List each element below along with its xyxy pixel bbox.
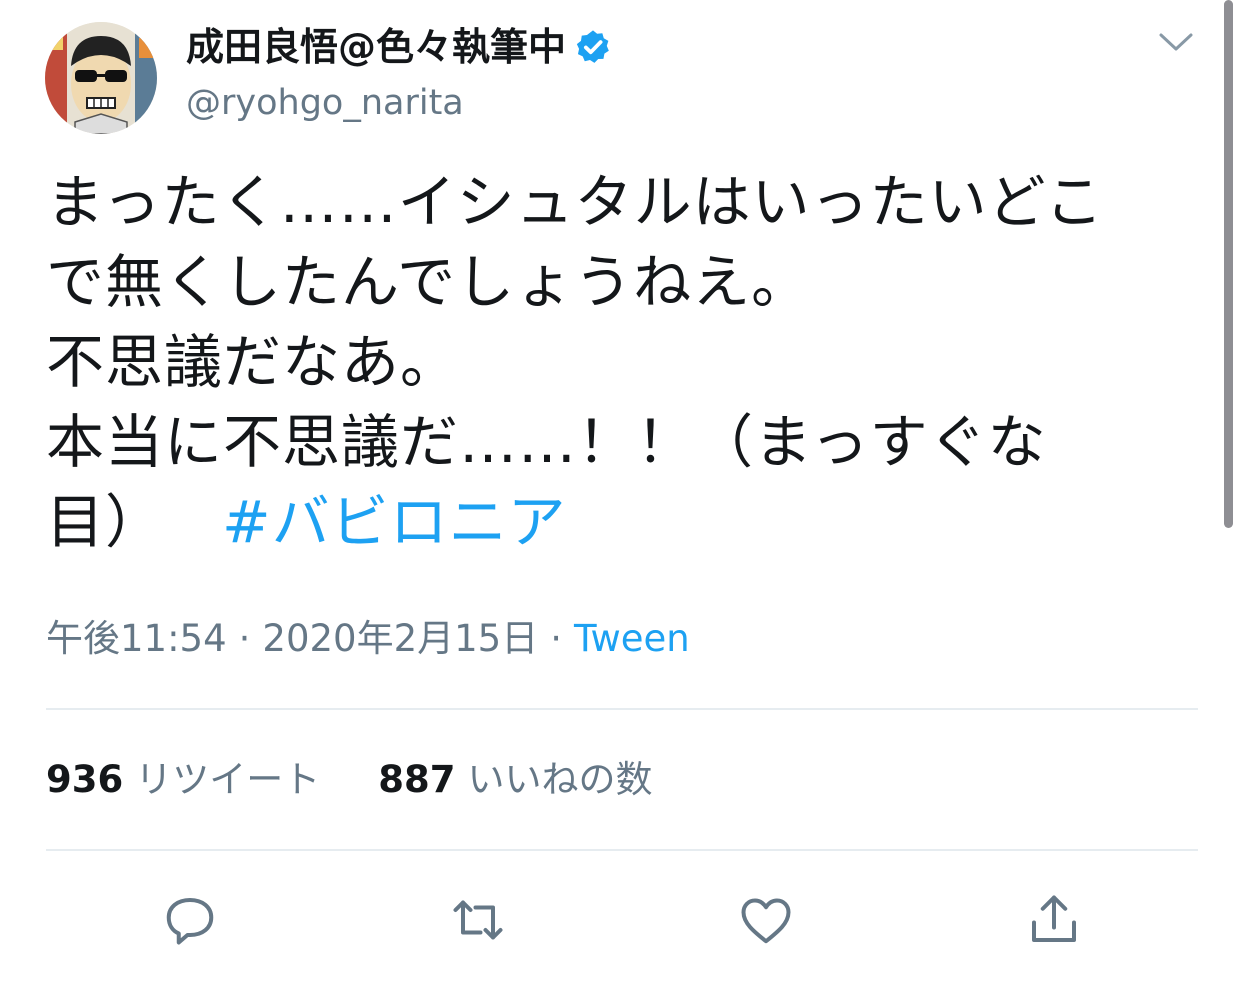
like-count: 887 [378,758,456,801]
author-display-name[interactable]: 成田良悟@色々執筆中 [186,24,612,70]
tweet-line: まったく……イシュタルはいったいどこ [46,168,1104,236]
cartoon-avatar-icon [45,22,157,134]
meta-separator: · [238,617,251,660]
retweet-button[interactable] [448,890,508,950]
like-button[interactable] [736,890,796,950]
scrollbar[interactable] [1224,0,1233,528]
tweet-line: 本当に不思議だ……！！（まっすぐな [46,408,1047,476]
tweet-source-link[interactable]: Tween [574,617,690,660]
like-icon [741,898,791,944]
tweet-line: で無くしたんでしょうねえ。 [46,248,811,316]
retweet-count: 936 [46,758,124,801]
share-icon [1032,895,1076,942]
author-name-text: 成田良悟@色々執筆中 [186,25,567,69]
author-handle[interactable]: @ryohgo_narita [186,80,464,126]
hashtag-link[interactable]: #バビロニア [222,488,567,556]
tweet-time: 午後11:54 [46,617,227,660]
chevron-down-icon[interactable] [1158,30,1194,54]
divider [46,849,1198,851]
retweet-label: リツイート [135,758,321,801]
retweet-icon [453,900,503,940]
tweet-date: 2020年2月15日 [262,617,539,660]
retweet-stat[interactable]: 936 リツイート [46,758,320,801]
share-button[interactable] [1024,890,1084,950]
tweet-line-last: 目） #バビロニア [46,482,1196,562]
tweet-meta: 午後11:54 · 2020年2月15日 · Tween [46,616,690,662]
reply-button[interactable] [160,890,220,950]
divider [46,708,1198,710]
tweet-stats: 936 リツイート 887 いいねの数 [46,756,652,804]
meta-separator: · [550,617,562,660]
verified-badge-icon [576,30,609,63]
like-stat[interactable]: 887 いいねの数 [378,758,652,801]
tweet-line-text: 目） [46,488,165,556]
reply-icon [166,898,214,945]
avatar[interactable] [45,22,157,134]
like-label: いいねの数 [467,758,653,801]
tweet-line: 不思議だなあ。 [46,328,460,396]
tweet-text: まったく……イシュタルはいったいどこ で無くしたんでしょうねえ。 不思議だなあ。… [46,162,1196,562]
